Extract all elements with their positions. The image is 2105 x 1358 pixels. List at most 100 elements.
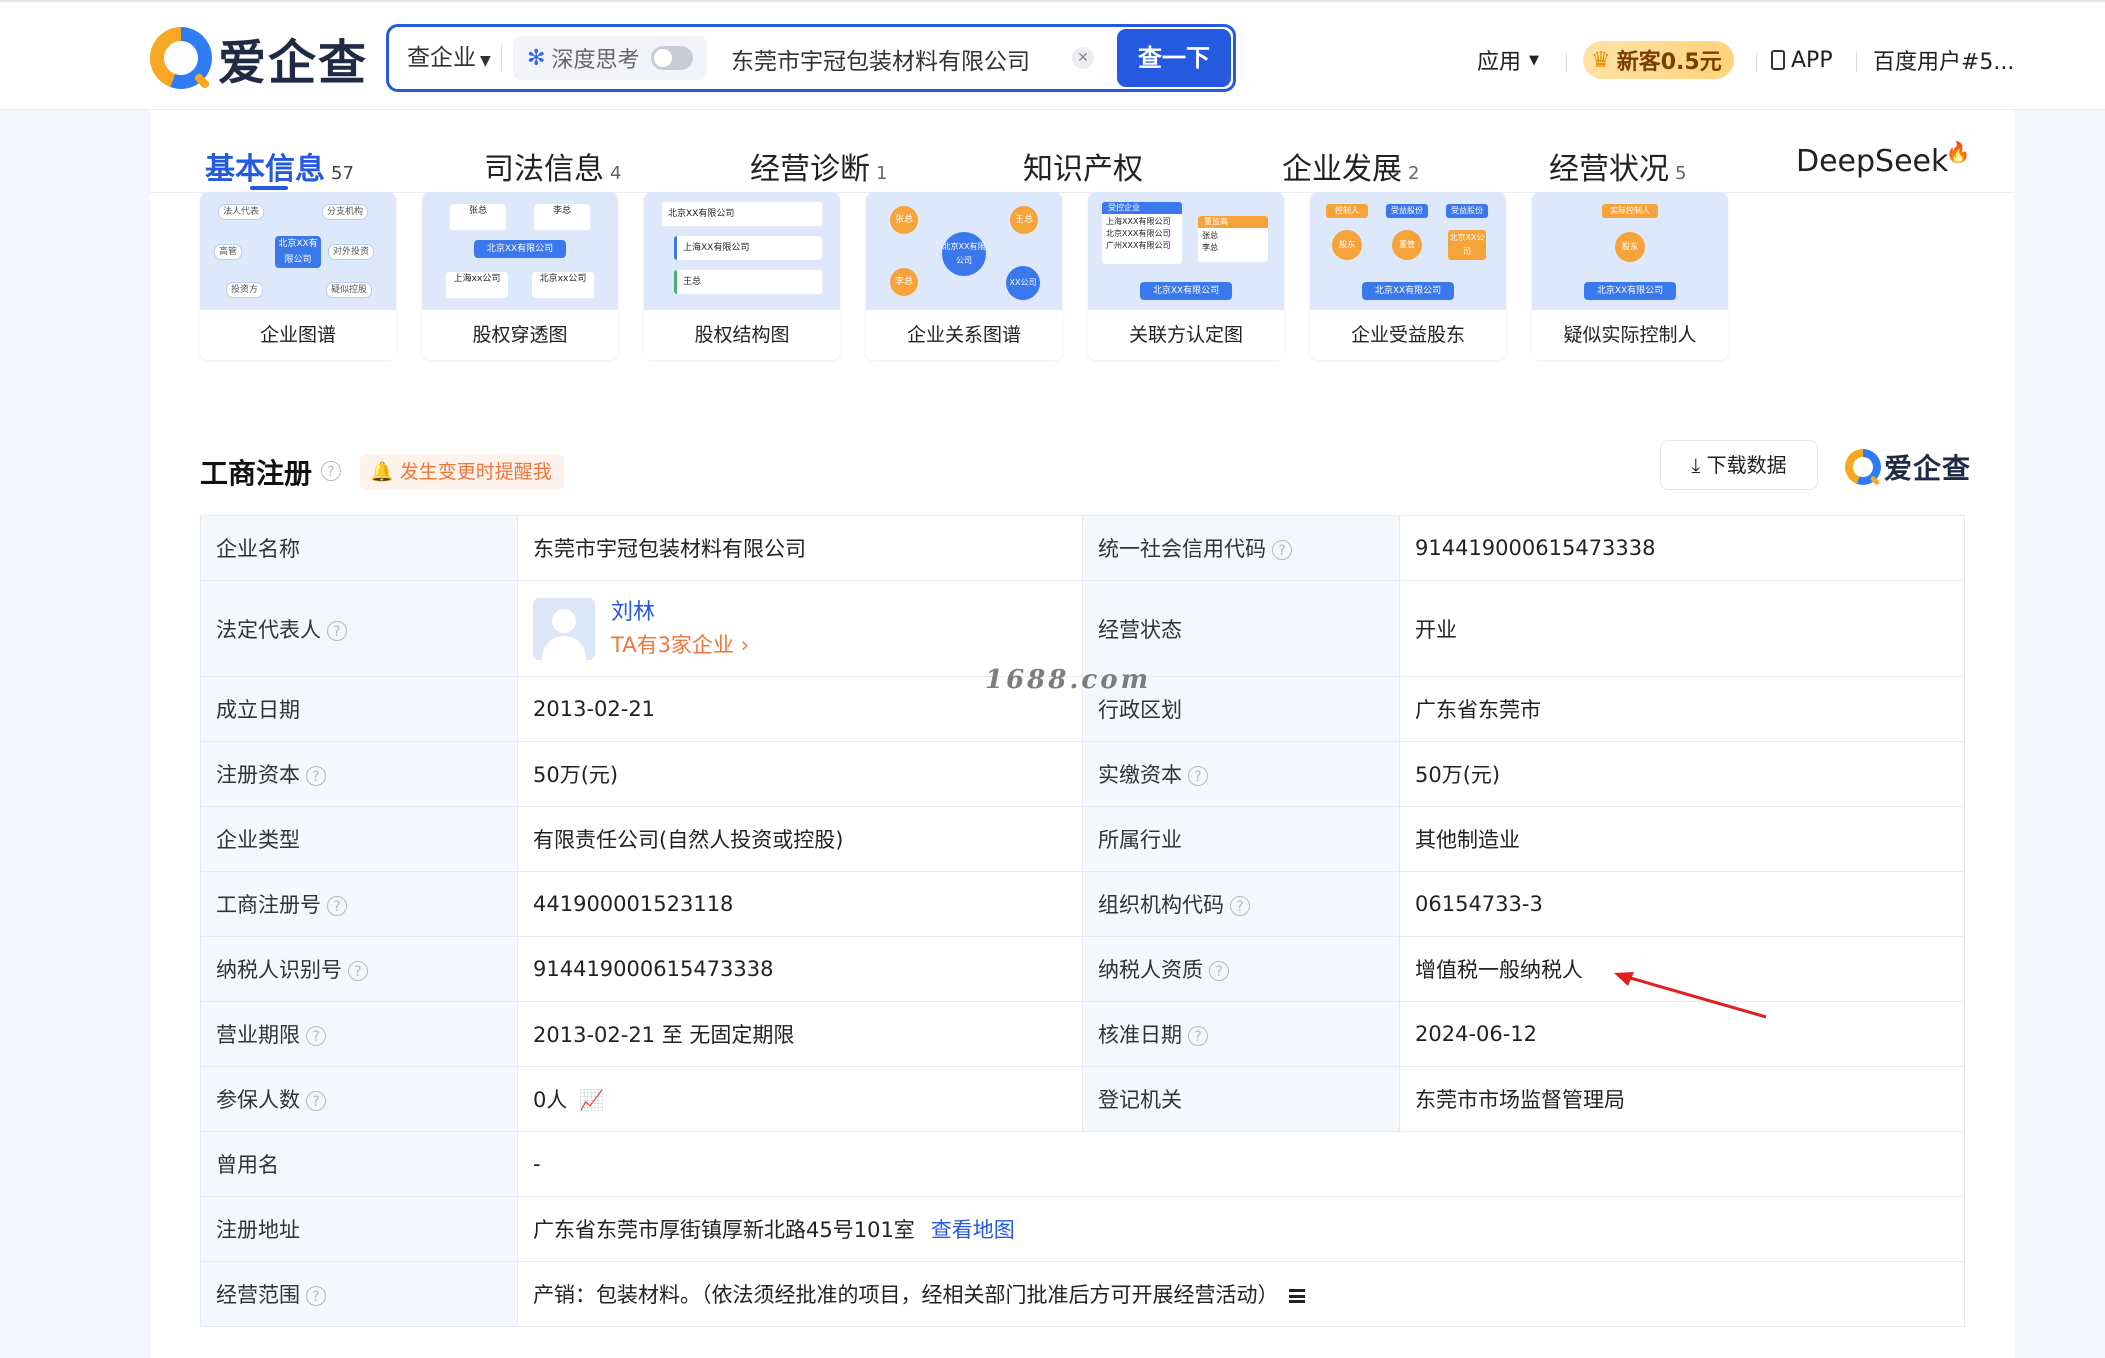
divider [501,45,502,71]
clear-icon[interactable]: ✕ [1072,47,1094,69]
tab-label: 经营诊断 [750,152,870,187]
help-icon[interactable]: ? [348,961,368,981]
thumb-node: 董监高 [1204,217,1228,226]
field-value: 其他制造业 [1399,806,1965,872]
help-icon[interactable]: ? [1188,1026,1208,1046]
card-actual-controller[interactable]: 实际控制人 股东 北京XX有限公司 疑似实际控制人 [1532,192,1728,360]
expand-icon[interactable] [1288,1289,1305,1303]
related-party-thumbnail: 上海XXX有限公司 北京XXX有限公司 广州XXX有限公司 受控企业 张总 李总… [1088,192,1284,310]
tab-deepseek[interactable]: DeepSeek 🔥 [1796,140,1970,179]
help-icon[interactable]: ? [327,896,347,916]
thumb-node: 投资方 [226,282,264,298]
thumb-node: 张总 [1202,231,1218,240]
help-icon[interactable]: ? [1188,766,1208,786]
thumb-node: 董管 [1392,230,1422,260]
tab-diagnosis[interactable]: 经营诊断 1 [750,144,887,188]
table-row: 企业名称 东莞市宇冠包装材料有限公司 统一社会信用代码? 91441900061… [200,515,1965,581]
field-label: 法定代表人? [200,580,518,677]
card-equity-structure[interactable]: 北京XX有限公司 上海XX有限公司 王总 股权结构图 [644,192,840,360]
card-label: 企业受益股东 [1310,310,1506,360]
card-label: 股权结构图 [644,310,840,360]
divider [1856,52,1857,72]
avatar[interactable] [533,597,595,660]
thumb-node: 疑似控股 [326,282,373,298]
thumb-node: 北京XXX有限公司 [1106,229,1171,238]
tab-ip[interactable]: 知识产权 [1023,144,1143,188]
help-icon[interactable]: ? [321,461,341,481]
card-label: 股权穿透图 [422,310,618,360]
apps-menu[interactable]: 应用 ▼ [1477,40,1539,80]
legal-rep-companies-link[interactable]: TA有3家企业 › [611,629,749,661]
user-label: 百度用户#5... [1873,50,2015,75]
thumb-node: XX公司 [1006,266,1040,300]
card-relation-graph[interactable]: 北京XX有限公司 张总 王总 李总 XX公司 企业关系图谱 [866,192,1062,360]
field-label: 纳税人识别号? [200,936,518,1002]
thumb-node: 张总 [450,204,506,230]
field-label: 营业期限? [200,1001,518,1067]
tab-label: 知识产权 [1023,152,1143,187]
help-icon[interactable]: ? [306,1091,326,1111]
change-remind-button[interactable]: 🔔 发生变更时提醒我 [360,454,564,490]
thumb-node: 李总 [1202,243,1218,252]
equity-structure-thumbnail: 北京XX有限公司 上海XX有限公司 王总 [644,192,840,310]
tab-count: 57 [331,163,354,184]
card-enterprise-graph[interactable]: 北京XX有限公司 法人代表 分支机构 高管 对外投资 投资方 疑似控股 企业图谱 [200,192,396,360]
field-label: 参保人数? [200,1066,518,1132]
field-value: 0人 📈 [517,1066,1083,1132]
help-icon[interactable]: ? [327,620,347,641]
fire-icon: 🔥 [1945,140,1971,164]
tab-judicial[interactable]: 司法信息 4 [484,144,621,188]
view-map-link[interactable]: 查看地图 [931,1218,1015,1242]
thumb-node: 李总 [890,268,918,296]
thumb-node: 王总 [674,270,822,294]
search-type-label: 查企业 [407,45,476,71]
card-related-party[interactable]: 上海XXX有限公司 北京XXX有限公司 广州XXX有限公司 受控企业 张总 李总… [1088,192,1284,360]
card-label: 企业图谱 [200,310,396,360]
search-box: 查企业▼ ✻ 深度思考 ✕ 查一下 [386,24,1236,92]
thumb-node: 上海xx公司 [446,272,508,298]
user-menu[interactable]: 百度用户#5... [1873,40,2014,80]
bell-icon: 🔔 [370,461,394,483]
brand-label: 爱企查 [1884,452,1972,485]
help-icon[interactable]: ? [1272,540,1292,560]
toggle-switch[interactable] [651,46,694,70]
field-label: 成立日期 [200,676,518,742]
legal-rep-cell: 刘林 TA有3家企业 › [517,580,1083,677]
search-input[interactable] [729,37,1103,81]
field-value: 开业 [1399,580,1965,677]
top-header: 爱企查 查企业▼ ✻ 深度思考 ✕ 查一下 应用▼ ♛ 新客0.5元 APP 百… [0,0,2105,110]
search-type-dropdown[interactable]: 查企业 ▼ [407,27,491,89]
field-value: 914419000615473338 [517,936,1083,1002]
tab-operations[interactable]: 经营状况 5 [1549,144,1686,188]
help-icon[interactable]: ? [1209,961,1229,981]
divider [1566,52,1567,72]
card-equity-penetration[interactable]: 张总 李总 北京XX有限公司 上海xx公司 北京xx公司 股权穿透图 [422,192,618,360]
beneficial-owner-thumbnail: 控制人 受益股份 受益股份 股东 董管 北京XX公司 北京XX有限公司 [1310,192,1506,310]
vip-promo-badge[interactable]: ♛ 新客0.5元 [1583,41,1734,79]
download-data-button[interactable]: ⤓ 下载数据 [1660,440,1818,490]
app-link[interactable]: APP [1771,40,1833,80]
search-button[interactable]: 查一下 [1117,29,1231,87]
card-label: 企业关系图谱 [866,310,1062,360]
legal-rep-name-link[interactable]: 刘林 [611,597,749,629]
field-label: 曾用名 [200,1131,518,1197]
help-icon[interactable]: ? [306,766,326,786]
tab-label: 司法信息 [484,152,604,187]
phone-icon [1771,50,1785,70]
help-icon[interactable]: ? [1230,896,1250,916]
table-row: 注册资本? 50万(元) 实缴资本? 50万(元) [200,741,1965,807]
tab-basic-info[interactable]: 基本信息 57 [205,144,354,188]
thumb-node: 北京xx公司 [532,272,594,298]
card-label: 关联方认定图 [1088,310,1284,360]
deep-think-toggle[interactable]: ✻ 深度思考 [513,36,707,80]
trend-chart-icon[interactable]: 📈 [579,1088,604,1112]
watermark: 1688.com [985,665,1152,695]
logo[interactable]: 爱企查 [150,24,368,92]
help-icon[interactable]: ? [306,1286,326,1306]
actual-controller-thumbnail: 实际控制人 股东 北京XX有限公司 [1532,192,1728,310]
thumb-node: 受控企业 [1108,203,1140,212]
thumb-node: 高管 [214,244,243,260]
card-beneficial-owner[interactable]: 控制人 受益股份 受益股份 股东 董管 北京XX公司 北京XX有限公司 企业受益… [1310,192,1506,360]
tab-development[interactable]: 企业发展 2 [1282,144,1419,188]
help-icon[interactable]: ? [306,1026,326,1046]
